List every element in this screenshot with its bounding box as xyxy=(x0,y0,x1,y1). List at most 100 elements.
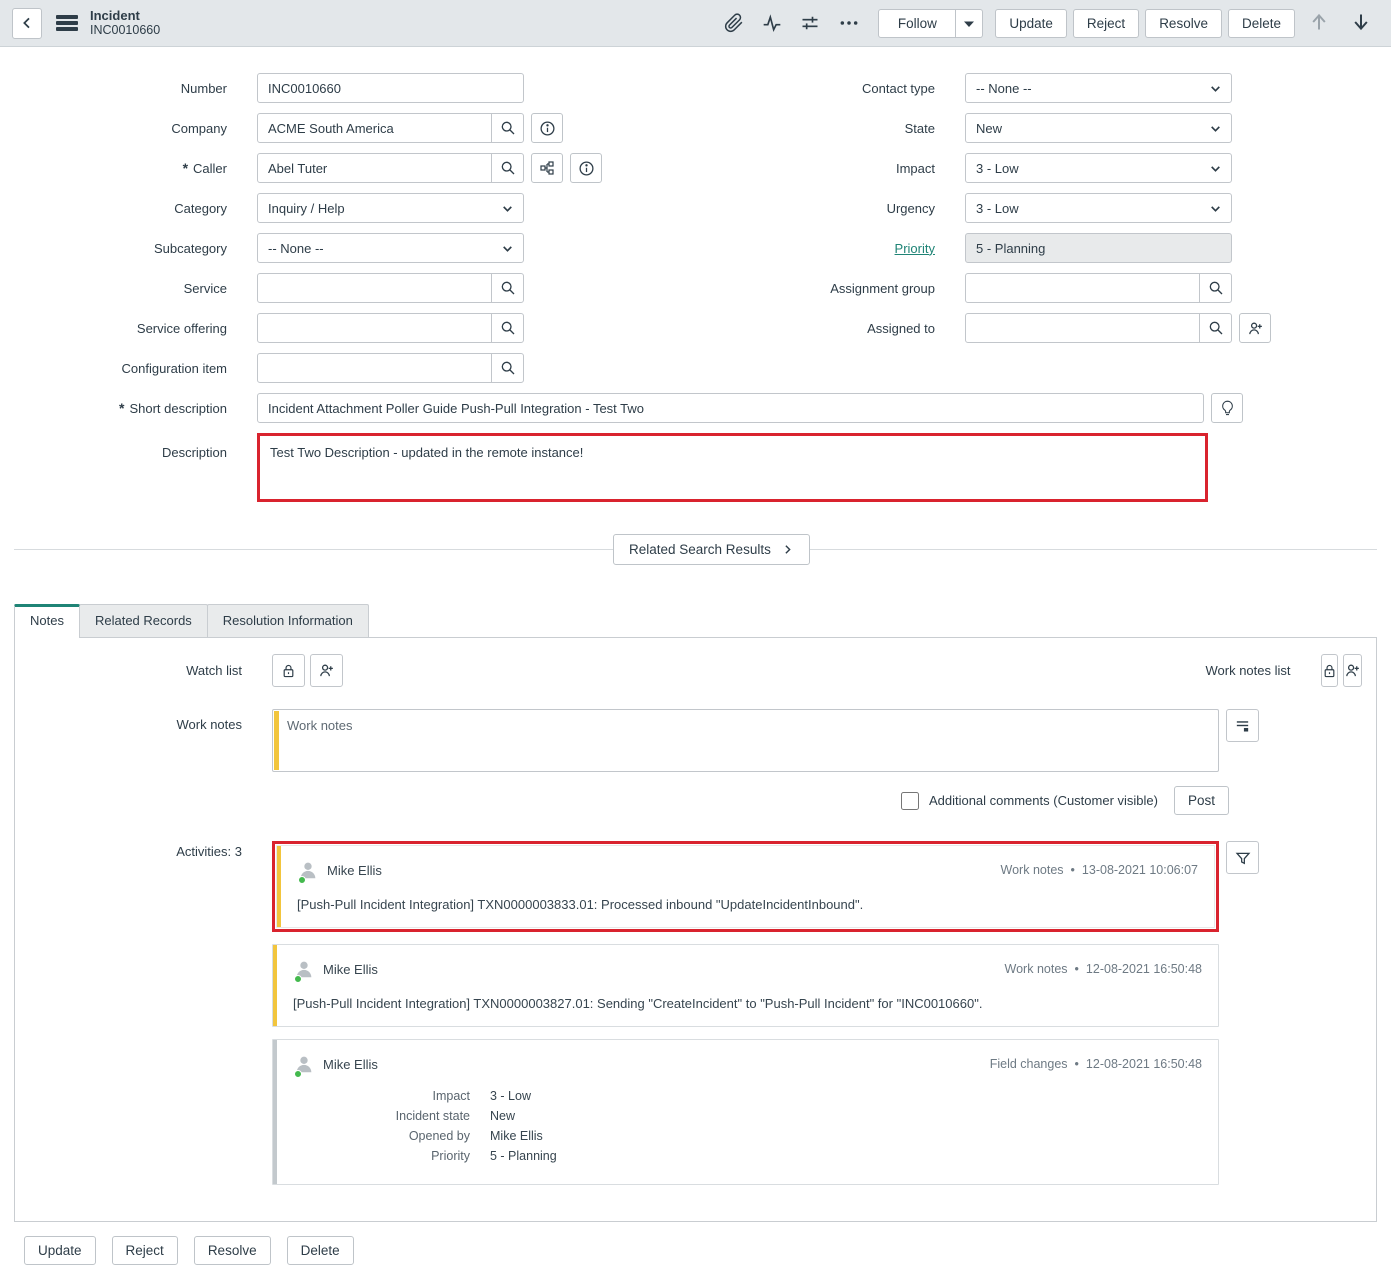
work-notes-accent xyxy=(277,846,281,927)
avatar xyxy=(293,1053,315,1075)
contact-type-select[interactable]: -- None -- xyxy=(965,73,1232,103)
person-add-icon xyxy=(1247,320,1264,337)
caller-search-button[interactable] xyxy=(491,154,523,182)
impact-select[interactable]: 3 - Low xyxy=(965,153,1232,183)
work-notes-textarea[interactable] xyxy=(273,710,1218,771)
activity-type: Work notes xyxy=(1001,863,1064,877)
activity-stream-settings-button[interactable] xyxy=(1226,709,1259,742)
chevron-down-icon xyxy=(501,242,514,255)
assigned-to-input[interactable] xyxy=(966,314,1199,342)
short-description-input[interactable] xyxy=(258,394,1203,422)
activity-author: Mike Ellis xyxy=(323,962,378,977)
related-search-zone: Related Search Results xyxy=(0,520,1391,582)
required-marker: * xyxy=(183,160,188,176)
update-button[interactable]: Update xyxy=(995,9,1067,38)
org-chart-icon xyxy=(539,160,555,176)
caller-input[interactable] xyxy=(258,154,491,182)
watch-list-lock-button[interactable] xyxy=(272,654,305,687)
page-title: Incident xyxy=(90,8,160,24)
personalize-form-button[interactable] xyxy=(794,9,826,37)
caller-hierarchy-button[interactable] xyxy=(531,153,563,183)
assignment-group-lookup xyxy=(965,273,1232,303)
service-offering-input[interactable] xyxy=(258,314,491,342)
related-search-label: Related Search Results xyxy=(629,542,771,557)
next-record-button[interactable] xyxy=(1343,9,1379,38)
subcategory-label: Subcategory xyxy=(0,241,227,256)
delete-button[interactable]: Delete xyxy=(1228,9,1295,38)
additional-comments-checkbox[interactable] xyxy=(901,792,919,810)
field-changes-accent xyxy=(273,1040,277,1184)
search-icon xyxy=(500,160,516,176)
follow-button[interactable]: Follow xyxy=(878,9,956,38)
meta-separator: • xyxy=(1075,1057,1079,1071)
activity-timestamp: 12-08-2021 16:50:48 xyxy=(1086,1057,1202,1071)
reject-button[interactable]: Reject xyxy=(1073,9,1139,38)
tab-notes[interactable]: Notes xyxy=(14,604,80,637)
assign-to-me-button[interactable] xyxy=(1239,313,1271,343)
activity-text: [Push-Pull Incident Integration] TXN0000… xyxy=(293,996,1202,1011)
tab-resolution-information[interactable]: Resolution Information xyxy=(207,604,369,637)
previous-record-button[interactable] xyxy=(1301,9,1337,38)
paperclip-icon xyxy=(724,13,744,33)
more-options-button[interactable] xyxy=(832,9,866,37)
presence-dot xyxy=(294,975,302,983)
post-button[interactable]: Post xyxy=(1174,786,1229,815)
subcategory-select[interactable]: -- None -- xyxy=(257,233,524,263)
attachment-button[interactable] xyxy=(718,9,750,37)
category-select[interactable]: Inquiry / Help xyxy=(257,193,524,223)
assigned-to-label: Assigned to xyxy=(695,321,935,336)
service-offering-search-button[interactable] xyxy=(491,314,523,342)
assigned-to-search-button[interactable] xyxy=(1199,314,1231,342)
back-button[interactable] xyxy=(12,8,42,39)
activity-item: Mike Ellis Work notes • 13-08-2021 10:06… xyxy=(276,845,1215,928)
tab-related-records[interactable]: Related Records xyxy=(79,604,208,637)
company-search-button[interactable] xyxy=(491,114,523,142)
chevron-down-icon xyxy=(1209,122,1222,135)
suggestion-button[interactable] xyxy=(1211,393,1243,423)
assignment-group-search-button[interactable] xyxy=(1199,274,1231,302)
incident-form: Number Company *Caller Category Inquiry … xyxy=(0,47,1391,393)
company-input[interactable] xyxy=(258,114,491,142)
context-menu-icon[interactable] xyxy=(56,15,78,31)
work-notes-list-lock-button[interactable] xyxy=(1321,654,1338,687)
state-select[interactable]: New xyxy=(965,113,1232,143)
work-notes-label: Work notes xyxy=(31,709,242,732)
required-marker: * xyxy=(119,400,124,416)
work-notes-list-add-me-button[interactable] xyxy=(1343,654,1362,687)
search-icon xyxy=(500,120,516,136)
info-icon xyxy=(578,160,595,177)
activity-filter-button[interactable] xyxy=(1226,841,1259,874)
number-input[interactable] xyxy=(257,73,524,103)
watch-list-add-me-button[interactable] xyxy=(310,654,343,687)
description-textarea[interactable]: Test Two Description - updated in the re… xyxy=(260,436,1205,496)
field-changes-table: Impact3 - Low Incident stateNew Opened b… xyxy=(355,1089,1202,1163)
follow-dropdown-button[interactable] xyxy=(956,9,983,38)
caller-info-button[interactable] xyxy=(570,153,602,183)
service-search-button[interactable] xyxy=(491,274,523,302)
form-right-column: Contact type -- None -- State New Impact… xyxy=(695,73,1390,393)
chevron-down-icon xyxy=(1209,82,1222,95)
configuration-item-label: Configuration item xyxy=(0,361,227,376)
assigned-to-lookup xyxy=(965,313,1232,343)
activities-count-label: Activities: 3 xyxy=(31,841,242,859)
person-add-icon xyxy=(1344,662,1361,679)
company-lookup xyxy=(257,113,524,143)
activity-item: Mike Ellis Work notes • 12-08-2021 16:50… xyxy=(272,944,1219,1027)
activity-timestamp: 13-08-2021 10:06:07 xyxy=(1082,863,1198,877)
configuration-item-search-button[interactable] xyxy=(491,354,523,382)
urgency-select[interactable]: 3 - Low xyxy=(965,193,1232,223)
assignment-group-input[interactable] xyxy=(966,274,1199,302)
related-search-results-button[interactable]: Related Search Results xyxy=(613,534,810,565)
journal-accent-bar xyxy=(274,711,279,770)
priority-label[interactable]: Priority xyxy=(695,241,935,256)
company-info-button[interactable] xyxy=(531,113,563,143)
configuration-item-input[interactable] xyxy=(258,354,491,382)
activity-stream-button[interactable] xyxy=(756,9,788,37)
form-bottom-rows: *Short description Description Test Two … xyxy=(0,393,1391,502)
resolve-button[interactable]: Resolve xyxy=(1145,9,1222,38)
chevron-left-icon xyxy=(19,15,35,31)
watch-list-label: Watch list xyxy=(31,663,242,678)
field-change-value: 3 - Low xyxy=(490,1089,531,1103)
form-left-column: Number Company *Caller Category Inquiry … xyxy=(0,73,695,393)
service-input[interactable] xyxy=(258,274,491,302)
